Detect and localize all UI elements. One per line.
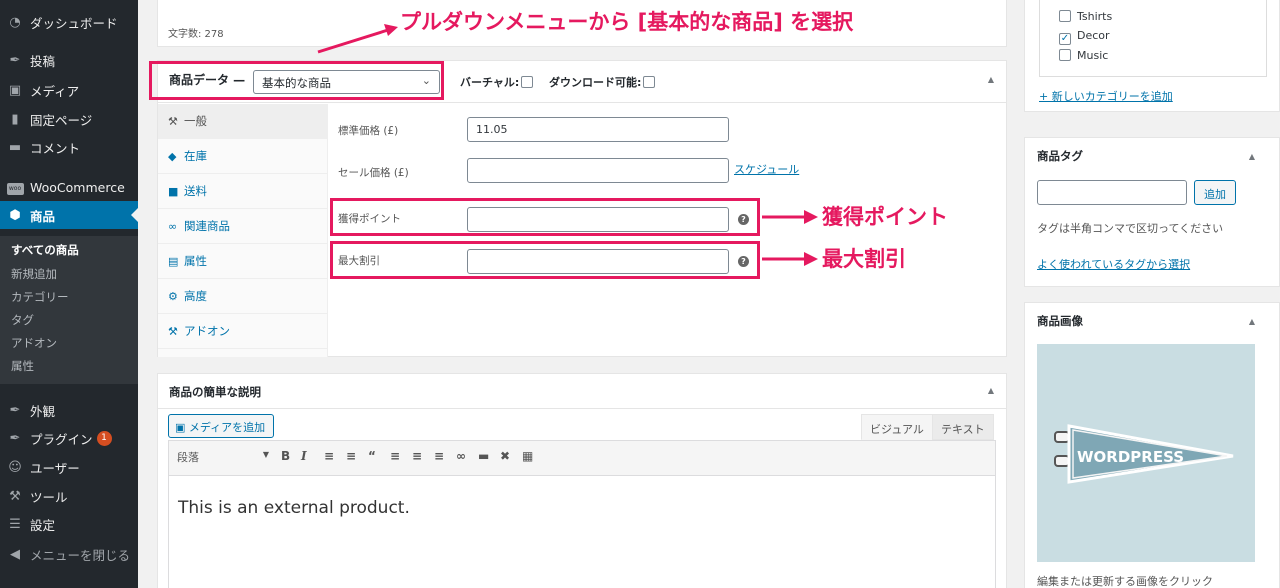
annotation-points: 獲得ポイント	[822, 205, 948, 229]
annotation-discount: 最大割引	[822, 247, 906, 271]
annotation-select-instruction: プルダウンメニューから [基本的な商品] を選択	[400, 10, 854, 34]
annotation-arrows	[317, 24, 818, 266]
